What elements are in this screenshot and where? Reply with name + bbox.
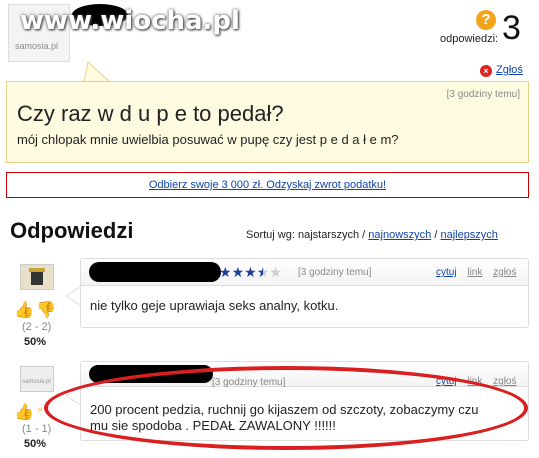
answer-avatar[interactable]: samosia.pl: [20, 366, 54, 392]
answer-avatar[interactable]: [20, 264, 54, 290]
watermark: www.wiocha.pl: [20, 6, 240, 36]
answers-label: odpowiedzi:: [440, 33, 499, 45]
sort-options: Sortuj wg: najstarszych / najnowszych / …: [246, 229, 498, 241]
sort-best-link[interactable]: najlepszych: [440, 229, 497, 241]
avatar-label: samosia.pl: [15, 41, 59, 51]
thumbs-down-icon[interactable]: ▫: [38, 402, 42, 416]
report-link[interactable]: zgłoś: [493, 267, 516, 278]
report-question-link[interactable]: × Zgłoś: [480, 64, 523, 77]
answer-time: [3 godziny temu]: [298, 267, 372, 278]
star-icon: ★: [244, 264, 257, 280]
star-half-icon: ★: [256, 264, 270, 280]
vote-percent: 50%: [24, 438, 47, 450]
vote-percent: 50%: [24, 336, 47, 348]
thumbs-up-icon[interactable]: 👍: [14, 402, 34, 422]
sort-separator: /: [434, 229, 438, 241]
sort-prefix: Sortuj wg: najstarszych /: [246, 229, 366, 241]
quote-link[interactable]: cytuj: [436, 267, 457, 278]
ad-link[interactable]: Odbierz swoje 3 000 zł. Odzyskaj zwrot p…: [149, 179, 386, 191]
question-title: Czy raz w d u p e to pedał?: [17, 101, 284, 126]
thumbs-up-icon[interactable]: 👍: [14, 300, 34, 320]
vote-count: (2 - 2): [22, 321, 52, 333]
star-icon: ★: [231, 264, 245, 280]
star-icon: ★: [219, 264, 232, 280]
ad-banner: Odbierz swoje 3 000 zł. Odzyskaj zwrot p…: [6, 172, 529, 198]
sort-newest-link[interactable]: najnowszych: [368, 229, 431, 241]
rating-stars: ★★★★★: [219, 264, 282, 281]
report-link[interactable]: zgłoś: [493, 376, 516, 387]
question-time: [3 godziny temu]: [446, 89, 520, 100]
vote-count: (1 - 1): [22, 423, 52, 435]
close-icon: ×: [480, 65, 492, 77]
censored-username: [89, 262, 221, 282]
answers-heading: Odpowiedzi: [10, 218, 134, 243]
answer-actions: cytuj link zgłoś: [428, 267, 517, 278]
answer-text: nie tylko geje uprawiaja seks analny, ko…: [90, 298, 339, 313]
question-box: [3 godziny temu] Czy raz w d u p e to pe…: [6, 81, 529, 163]
highlight-oval: [44, 366, 528, 450]
answer-card: ★★★★★ [3 godziny temu] cytuj link zgłoś …: [80, 258, 529, 328]
answers-count: 3: [502, 9, 521, 47]
question-body: mój chlopak mnie uwielbia posuwać w pupę…: [17, 132, 399, 147]
report-label: Zgłoś: [496, 64, 523, 76]
question-mark-icon: ?: [476, 10, 496, 30]
thumbs-down-icon[interactable]: 👎: [36, 300, 56, 320]
star-icon: ★: [269, 264, 282, 280]
answer-header: ★★★★★ [3 godziny temu] cytuj link zgłoś: [81, 259, 528, 286]
avatar-picture-icon: [29, 268, 45, 285]
avatar-label: samosia.pl: [22, 379, 51, 385]
permalink-link[interactable]: link: [467, 267, 482, 278]
